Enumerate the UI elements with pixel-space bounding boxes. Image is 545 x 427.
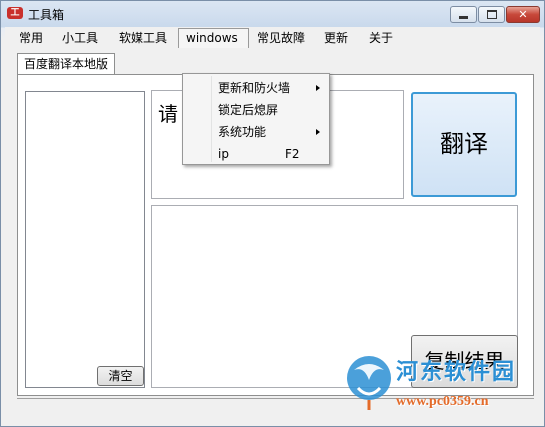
clear-button[interactable]: 清空 bbox=[97, 366, 144, 386]
tab-baidu-translate[interactable]: 百度翻译本地版 bbox=[17, 53, 116, 75]
watermark-url: www.pc0359.cn bbox=[396, 394, 489, 409]
menu-item-label: 锁定后熄屏 bbox=[218, 103, 279, 117]
menu-item-update-firewall[interactable]: 更新和防火墙 bbox=[185, 77, 327, 99]
close-button[interactable]: ✕ bbox=[506, 6, 540, 23]
title-bar[interactable]: 工 工具箱 ✕ bbox=[1, 1, 544, 27]
menu-item-system-functions[interactable]: 系统功能 bbox=[185, 121, 327, 143]
windows-dropdown-menu: 更新和防火墙 锁定后熄屏 系统功能 ip F2 bbox=[182, 73, 330, 165]
menu-ruanmei-tools[interactable]: 软媒工具 bbox=[112, 28, 174, 48]
menu-xiaogongju[interactable]: 小工具 bbox=[55, 28, 105, 48]
menu-item-ip[interactable]: ip F2 bbox=[185, 143, 327, 165]
maximize-icon bbox=[486, 10, 497, 19]
translate-button[interactable]: 翻译 bbox=[411, 92, 517, 197]
menu-windows[interactable]: windows bbox=[178, 28, 249, 48]
close-icon: ✕ bbox=[518, 8, 528, 21]
menu-item-lock-screen-off[interactable]: 锁定后熄屏 bbox=[185, 99, 327, 121]
minimize-icon bbox=[459, 16, 468, 19]
menu-item-shortcut: F2 bbox=[285, 147, 300, 161]
menu-changyong[interactable]: 常用 bbox=[12, 28, 50, 48]
menu-about[interactable]: 关于 bbox=[362, 28, 400, 48]
watermark: 河东软件园 www.pc0359.cn bbox=[340, 348, 540, 418]
menu-item-label: 更新和防火墙 bbox=[218, 81, 291, 95]
submenu-arrow-icon bbox=[316, 129, 320, 135]
menu-update[interactable]: 更新 bbox=[317, 28, 355, 48]
minimize-button[interactable] bbox=[450, 6, 477, 23]
watermark-text: 河东软件园 bbox=[396, 359, 517, 385]
window-title: 工具箱 bbox=[28, 8, 65, 22]
watermark-logo-icon bbox=[347, 356, 391, 410]
menu-common-faults[interactable]: 常见故障 bbox=[250, 28, 312, 48]
history-list[interactable] bbox=[25, 91, 145, 388]
menu-bar: 常用 小工具 软媒工具 windows 常见故障 更新 关于 bbox=[5, 27, 540, 49]
source-text-value: 请 bbox=[158, 102, 178, 126]
menu-item-label: ip bbox=[218, 147, 229, 161]
maximize-button[interactable] bbox=[478, 6, 505, 23]
submenu-arrow-icon bbox=[316, 85, 320, 91]
menu-item-label: 系统功能 bbox=[218, 125, 267, 139]
app-icon: 工 bbox=[7, 7, 23, 19]
